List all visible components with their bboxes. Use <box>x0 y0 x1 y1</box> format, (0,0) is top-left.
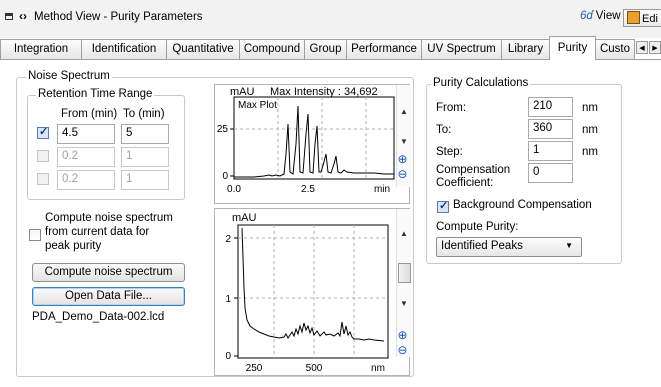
tab-library[interactable]: Library <box>501 39 550 59</box>
compute-purity-value: Identified Peaks <box>441 240 523 252</box>
retention-row-2-to[interactable]: 1 <box>121 147 169 167</box>
edit-icon <box>627 11 640 24</box>
compute-purity-select[interactable]: Identified Peaks ▼ <box>436 237 582 257</box>
spectrum-ytick-1: 1 <box>225 294 231 305</box>
max-plot-xtick-0: 0.0 <box>227 184 241 195</box>
max-plot-trace <box>234 105 394 178</box>
retention-row-1-from[interactable]: 4.5 <box>57 124 115 144</box>
max-plot-xtick-2-5: 2.5 <box>301 184 315 195</box>
tab-performance[interactable]: Performance <box>346 39 422 59</box>
compute-from-current-checkbox[interactable] <box>29 229 41 241</box>
view-button[interactable]: 6ɗ View <box>580 10 621 22</box>
zoom-in-icon[interactable]: ⊕ <box>396 329 409 342</box>
tab-scroll-left-icon[interactable]: ◀ <box>636 41 648 54</box>
compute-from-current-label-1: Compute noise spectrum <box>45 212 173 224</box>
max-plot-chart: 25 0 0.0 2.5 min Max Plot <box>217 96 395 195</box>
retention-row-2-from[interactable]: 0.2 <box>57 147 115 167</box>
view-glasses-icon: 6ɗ <box>580 10 593 22</box>
to-input[interactable]: 360 <box>528 119 573 139</box>
tab-identification[interactable]: Identification <box>81 39 167 59</box>
tab-purity[interactable]: Purity <box>549 36 596 60</box>
to-min-header: To (min) <box>123 108 165 120</box>
to-label: To: <box>436 124 452 136</box>
scroll-down-icon[interactable]: ▼ <box>400 137 408 146</box>
nav-arrows-icon[interactable]: ‹› <box>19 9 27 23</box>
max-plot-inner-title: Max Plot <box>238 100 277 111</box>
spectrum-xtick-250: 250 <box>246 363 263 374</box>
tab-scroll-right-icon[interactable]: ▶ <box>649 41 661 54</box>
max-plot-ytick-25: 25 <box>217 124 229 135</box>
compute-purity-label: Compute Purity: <box>436 221 519 233</box>
edit-button[interactable]: Edi <box>623 9 661 27</box>
compensation-label-2: Coefficient: <box>436 177 494 189</box>
spectrum-xunit: nm <box>371 363 385 374</box>
background-compensation-checkbox[interactable] <box>437 199 449 213</box>
retention-range-title: Retention Time Range <box>36 88 155 100</box>
scroll-down-icon[interactable]: ▼ <box>400 299 408 308</box>
view-label: View <box>595 10 621 22</box>
retention-row-3-from[interactable]: 0.2 <box>57 170 115 190</box>
compute-from-current-label-2: from current data for <box>45 226 150 238</box>
noise-spectrum-title: Noise Spectrum <box>26 70 112 82</box>
retention-row-2-checkbox[interactable] <box>37 150 49 162</box>
spectrum-plot-chart: 2 1 0 250 500 nm <box>225 224 389 374</box>
background-compensation-label: Background Compensation <box>453 199 592 211</box>
scroll-thumb[interactable] <box>398 263 411 283</box>
tab-compound[interactable]: Compound <box>239 39 305 59</box>
retention-row-1-checkbox[interactable] <box>37 125 49 139</box>
window-icon <box>5 13 13 20</box>
scroll-up-icon[interactable]: ▲ <box>400 107 408 116</box>
retention-row-3-checkbox[interactable] <box>37 173 49 185</box>
tab-integration[interactable]: Integration <box>0 39 82 59</box>
step-input[interactable]: 1 <box>528 141 573 161</box>
open-data-file-button[interactable]: Open Data File... <box>32 287 185 306</box>
from-min-header: From (min) <box>61 108 118 120</box>
tab-uv-spectrum[interactable]: UV Spectrum <box>421 39 502 59</box>
spectrum-ytick-2: 2 <box>225 234 231 245</box>
tab-group[interactable]: Group <box>304 39 347 59</box>
from-unit: nm <box>582 102 598 114</box>
scroll-up-icon[interactable]: ▲ <box>400 229 408 238</box>
max-plot-xunit: min <box>374 184 390 195</box>
step-unit: nm <box>582 146 598 158</box>
tab-quantitative[interactable]: Quantitative <box>166 39 240 59</box>
zoom-out-icon[interactable]: ⊖ <box>396 168 409 181</box>
purity-calculations-title: Purity Calculations <box>431 77 531 89</box>
retention-row-1-to[interactable]: 5 <box>121 124 169 144</box>
data-file-name: PDA_Demo_Data-002.lcd <box>32 311 165 323</box>
window-title: Method View - Purity Parameters <box>34 11 203 23</box>
max-plot-ytick-0: 0 <box>222 171 228 182</box>
zoom-in-icon[interactable]: ⊕ <box>396 153 409 166</box>
from-input[interactable]: 210 <box>528 97 573 117</box>
spectrum-ytick-0: 0 <box>225 351 231 362</box>
spectrum-trace <box>241 227 385 342</box>
compute-noise-spectrum-button[interactable]: Compute noise spectrum <box>32 263 185 282</box>
compensation-input[interactable]: 0 <box>528 163 573 183</box>
to-unit: nm <box>582 124 598 136</box>
compensation-label-1: Compensation <box>436 164 511 176</box>
compute-from-current-label-3: peak purity <box>45 240 102 252</box>
step-label: Step: <box>436 146 463 158</box>
edit-label: Edi <box>642 13 658 25</box>
from-label: From: <box>436 102 467 114</box>
zoom-out-icon[interactable]: ⊖ <box>396 344 409 357</box>
retention-row-3-to[interactable]: 1 <box>121 170 169 190</box>
chevron-down-icon: ▼ <box>565 241 573 250</box>
tab-custom[interactable]: Custo <box>595 39 635 59</box>
title-bar: ‹› Method View - Purity Parameters 6ɗ Vie… <box>0 0 661 38</box>
spectrum-xtick-500: 500 <box>306 363 323 374</box>
